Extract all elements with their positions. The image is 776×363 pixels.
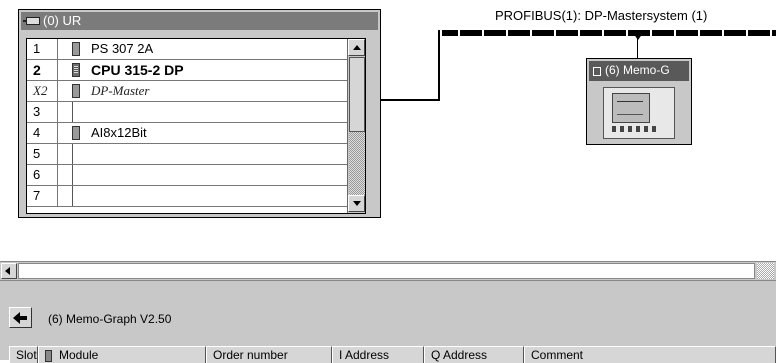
module-name: AI8x12Bit <box>91 125 147 140</box>
scroll-track[interactable] <box>349 132 365 195</box>
column-header-module[interactable]: Module <box>38 346 206 363</box>
module-icon <box>45 350 52 362</box>
dp-master-icon <box>72 84 80 98</box>
horizontal-scrollbar[interactable] <box>0 261 776 281</box>
module-name: PS 307 2A <box>91 41 154 56</box>
selected-device-caption: (6) Memo-Graph V2.50 <box>48 312 172 326</box>
bus-connection-line <box>438 30 440 100</box>
arrow-left-icon <box>5 267 10 275</box>
recorder-device-icon <box>603 87 675 139</box>
slot-number: 4 <box>27 123 58 143</box>
cpu-module-icon <box>72 63 80 77</box>
device-screen <box>612 93 650 123</box>
bus-tap-icon <box>633 33 643 40</box>
scroll-track[interactable] <box>757 263 774 279</box>
rack-vertical-scrollbar[interactable] <box>347 39 365 213</box>
column-divider <box>72 144 73 164</box>
rack-table: 1 PS 307 2A 2 CPU 315-2 DP X2 DP-Master … <box>26 38 366 214</box>
column-divider <box>72 165 73 185</box>
profibus-line[interactable] <box>442 30 776 36</box>
rack-row-4[interactable]: 4 AI8x12Bit <box>27 123 347 144</box>
rack-row-1[interactable]: 1 PS 307 2A <box>27 39 347 60</box>
device-keys <box>612 126 660 132</box>
scroll-left-button[interactable] <box>1 263 17 279</box>
slot-number: 1 <box>27 39 58 59</box>
rack-window: (0) UR 1 PS 307 2A 2 CPU 315-2 DP X2 DP-… <box>18 9 381 218</box>
device-connection-line <box>637 38 638 58</box>
arrow-up-icon <box>353 45 361 50</box>
scroll-down-button[interactable] <box>348 195 365 212</box>
bus-connection-line <box>381 99 440 101</box>
column-divider <box>72 186 73 206</box>
device-title: (6) Memo-G <box>605 63 670 77</box>
module-name: DP-Master <box>91 83 150 98</box>
rack-row-5[interactable]: 5 <box>27 144 347 165</box>
rack-row-x2[interactable]: X2 DP-Master <box>27 81 347 102</box>
column-header-q-address[interactable]: Q Address <box>424 346 524 363</box>
rack-row-3[interactable]: 3 <box>27 102 347 123</box>
module-name: CPU 315-2 DP <box>91 62 184 78</box>
back-button[interactable] <box>9 307 32 328</box>
slot-number: 2 <box>27 60 58 80</box>
detail-panel: (6) Memo-Graph V2.50 Slot Module Order n… <box>0 281 776 363</box>
device-title-bar[interactable]: (6) Memo-G <box>589 61 689 81</box>
rack-title-bar[interactable]: (0) UR <box>21 12 378 30</box>
rack-row-6[interactable]: 6 <box>27 165 347 186</box>
column-divider <box>72 102 73 122</box>
rack-title: (0) UR <box>43 13 82 28</box>
column-header-comment[interactable]: Comment <box>524 346 776 363</box>
scroll-thumb[interactable] <box>18 263 755 279</box>
column-header-i-address[interactable]: I Address <box>332 346 424 363</box>
rack-row-7[interactable]: 7 <box>27 186 347 207</box>
scroll-up-button[interactable] <box>348 39 365 56</box>
column-header-order-number[interactable]: Order number <box>206 346 332 363</box>
arrow-left-icon <box>13 312 27 324</box>
slave-icon <box>593 67 601 76</box>
analog-input-module-icon <box>72 126 80 140</box>
memo-graph-device[interactable]: (6) Memo-G <box>586 58 692 145</box>
slot-number: 3 <box>27 102 58 122</box>
rack-row-2[interactable]: 2 CPU 315-2 DP <box>27 60 347 81</box>
rack-icon <box>23 17 40 25</box>
slot-number: X2 <box>27 81 58 101</box>
column-header-slot[interactable]: Slot <box>9 346 38 363</box>
slot-number: 6 <box>27 165 58 185</box>
arrow-down-icon <box>353 201 361 206</box>
slot-number: 5 <box>27 144 58 164</box>
power-supply-module-icon <box>72 42 80 56</box>
bus-label: PROFIBUS(1): DP-Mastersystem (1) <box>495 8 708 23</box>
slot-number: 7 <box>27 186 58 206</box>
scroll-thumb[interactable] <box>349 57 365 132</box>
